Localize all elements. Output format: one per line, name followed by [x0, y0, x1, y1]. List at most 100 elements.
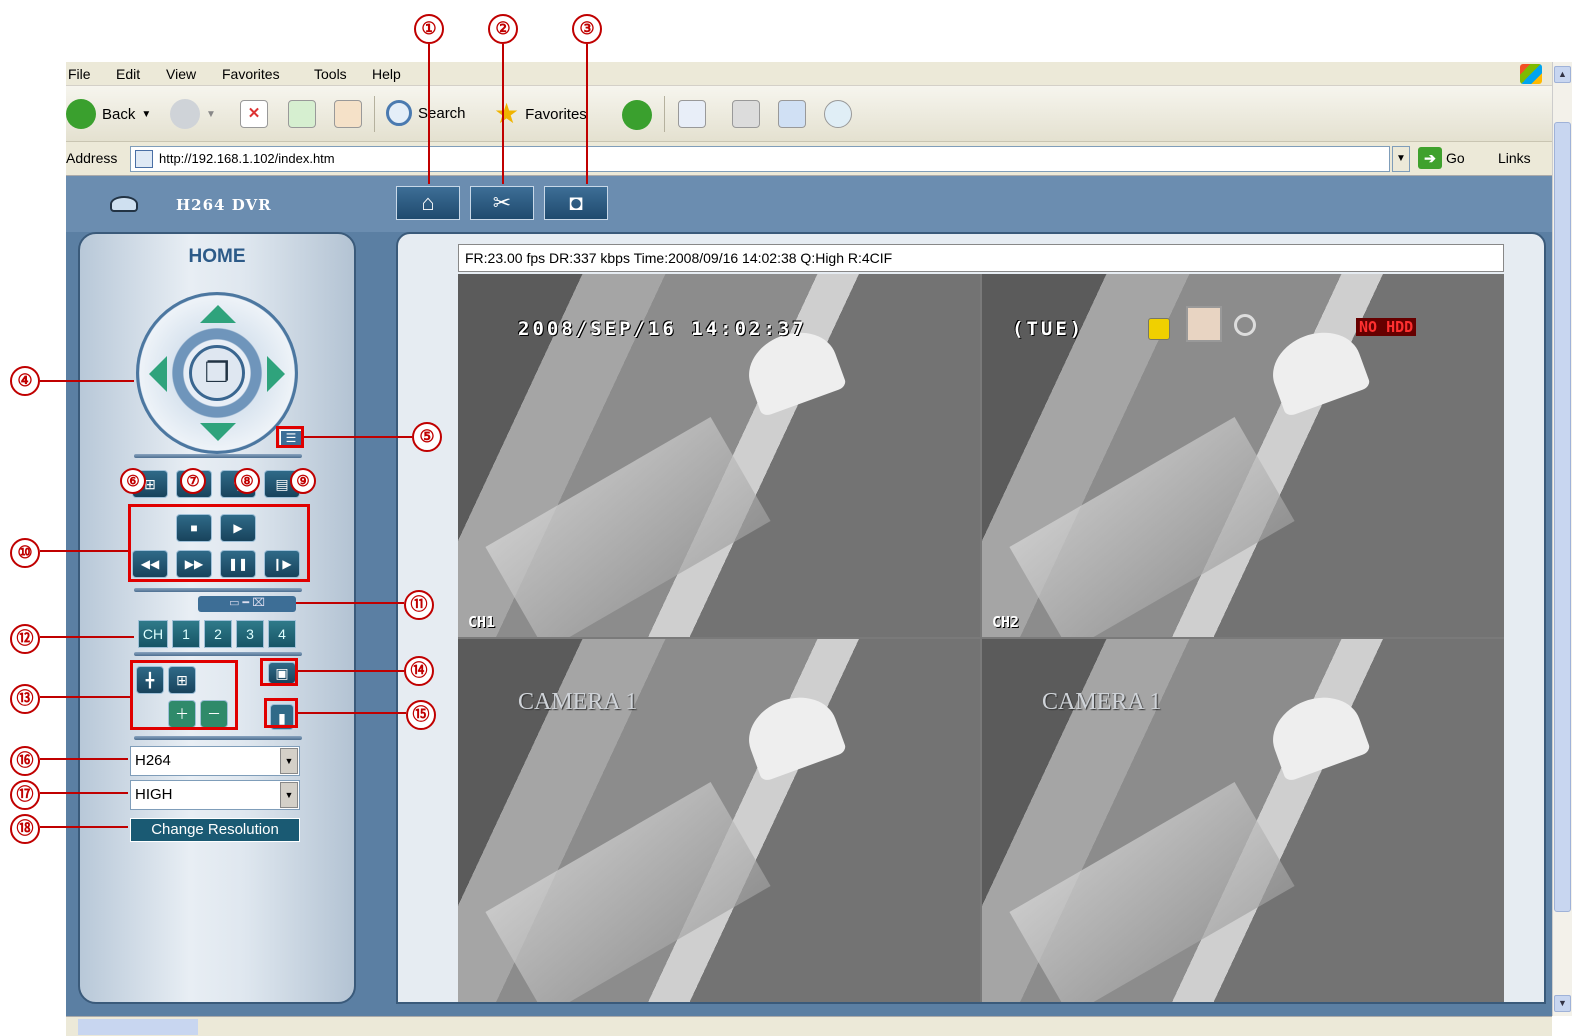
menu-edit[interactable]: Edit	[116, 66, 140, 82]
snapshot-strip[interactable]: ▭ ━ ⌧	[198, 596, 296, 612]
callout-5: ⑤	[412, 422, 442, 452]
tools-icon: ✂	[492, 190, 512, 215]
video-quad-1[interactable]: 2008/SEP/16 14:02:37 CH1	[458, 274, 980, 637]
callout-14: ⑭	[404, 656, 434, 686]
nav-setup-button[interactable]: ✂	[470, 186, 534, 220]
address-bar: Address http://192.168.1.102/index.htm ▼…	[66, 142, 1552, 176]
callout-line	[40, 380, 134, 382]
control-panel: HOME ❐ ☰ ⊞ ◷ ⚲ ▤ ■ ▶ ◀◀ ▶▶ ❚❚ ❙▶ ▭ ━ ⌧ C…	[78, 232, 356, 1004]
mail-icon[interactable]	[678, 100, 706, 128]
search-label: Search	[418, 104, 466, 122]
video-quad-3[interactable]: CAMERA 1	[458, 639, 980, 1002]
video-viewer: FR:23.00 fps DR:337 kbps Time:2008/09/16…	[396, 232, 1546, 1004]
forward-dropdown-icon[interactable]: ▼	[206, 109, 216, 120]
dvr-logo-icon	[110, 196, 138, 212]
scroll-down-icon[interactable]: ▼	[1554, 995, 1571, 1012]
address-value: http://192.168.1.102/index.htm	[159, 151, 335, 166]
chevron-down-icon[interactable]: ▼	[280, 782, 298, 808]
menu-favorites[interactable]: Favorites	[222, 66, 280, 82]
status-progress	[78, 1019, 198, 1035]
callout-1: ①	[414, 14, 444, 44]
change-resolution-button[interactable]: Change Resolution	[130, 818, 300, 842]
scroll-up-icon[interactable]: ▲	[1554, 66, 1571, 83]
snapshot-icon: ▭ ━ ⌧	[229, 597, 265, 609]
links-button[interactable]: Links	[1498, 150, 1531, 166]
scroll-thumb[interactable]	[1554, 122, 1571, 912]
favorites-button[interactable]: ★ Favorites	[494, 100, 587, 128]
camera-label: CAMERA 1	[518, 689, 638, 715]
home-icon[interactable]	[334, 100, 362, 128]
list-icon: ▤	[275, 476, 289, 492]
channel-2-button[interactable]: 2	[204, 620, 232, 648]
highlight-box	[260, 658, 298, 686]
callout-9: ⑨	[290, 468, 316, 494]
browser-toolbar: Back ▼ ▼ ✕ Search ★ Favorites	[66, 86, 1552, 142]
browser-status-bar	[66, 1016, 1552, 1036]
nav-home-button[interactable]: ⌂	[396, 186, 460, 220]
callout-line	[298, 670, 404, 672]
edit-icon[interactable]	[778, 100, 806, 128]
go-button[interactable]: ➔ Go	[1418, 147, 1465, 169]
back-label: Back	[102, 105, 136, 123]
divider	[134, 588, 302, 592]
video-quad-4[interactable]: CAMERA 1	[982, 639, 1504, 1002]
lock-icon	[1148, 318, 1170, 340]
channel-label-button[interactable]: CH	[138, 620, 168, 648]
callout-line	[40, 758, 128, 760]
quality-value: HIGH	[135, 786, 173, 803]
arrow-left-icon[interactable]	[149, 356, 167, 392]
forward-arrow-icon	[170, 99, 200, 129]
codec-value: H264	[135, 752, 171, 769]
address-dropdown-icon[interactable]: ▼	[1392, 146, 1410, 172]
callout-line	[502, 44, 504, 184]
callout-line	[304, 436, 412, 438]
callout-line	[40, 636, 134, 638]
panel-title: HOME	[188, 246, 246, 267]
address-input[interactable]: http://192.168.1.102/index.htm	[130, 146, 1390, 172]
print-icon[interactable]	[732, 100, 760, 128]
nav-camera-button[interactable]: ◘	[544, 186, 608, 220]
messenger-icon[interactable]	[824, 100, 852, 128]
stop-icon[interactable]: ✕	[240, 100, 268, 128]
channel-label: CH1	[468, 613, 496, 631]
camera-icon: ◘	[569, 190, 583, 215]
media-icon[interactable]	[622, 100, 652, 130]
menu-help[interactable]: Help	[372, 66, 401, 82]
back-dropdown-icon[interactable]: ▼	[141, 109, 151, 120]
menu-view[interactable]: View	[166, 66, 196, 82]
callout-line	[40, 550, 128, 552]
callout-2: ②	[488, 14, 518, 44]
video-content	[738, 685, 848, 783]
dvr-header: H264 DVR ⌂ ✂ ◘	[66, 176, 1552, 232]
page-scrollbar[interactable]: ▲ ▼	[1552, 62, 1572, 1016]
dvr-title: H264 DVR	[176, 196, 272, 214]
codec-select[interactable]: H264 ▼	[130, 746, 300, 776]
callout-18: ⑱	[10, 814, 40, 844]
highlight-box	[276, 426, 304, 448]
menu-bar: File Edit View Favorites Tools Help	[66, 62, 1552, 86]
callout-16: ⑯	[10, 746, 40, 776]
quality-select[interactable]: HIGH ▼	[130, 780, 300, 810]
arrow-right-icon[interactable]	[267, 356, 285, 392]
channel-3-button[interactable]: 3	[236, 620, 264, 648]
channel-4-button[interactable]: 4	[268, 620, 296, 648]
video-content	[485, 417, 771, 637]
chevron-down-icon[interactable]: ▼	[280, 748, 298, 774]
menu-tools[interactable]: Tools	[314, 66, 347, 82]
dvr-body: HOME ❐ ☰ ⊞ ◷ ⚲ ▤ ■ ▶ ◀◀ ▶▶ ❚❚ ❙▶ ▭ ━ ⌧ C…	[66, 232, 1552, 1016]
callout-3: ③	[572, 14, 602, 44]
refresh-icon[interactable]	[288, 100, 316, 128]
page-icon	[135, 150, 153, 168]
video-quad-2[interactable]: (TUE) NO HDD CH2	[982, 274, 1504, 637]
arrow-up-icon[interactable]	[200, 305, 236, 323]
arrow-down-icon[interactable]	[200, 423, 236, 441]
callout-7: ⑦	[180, 468, 206, 494]
menu-file[interactable]: File	[68, 66, 91, 82]
back-button[interactable]: Back ▼	[66, 99, 151, 129]
forward-button[interactable]: ▼	[170, 99, 216, 129]
channel-1-button[interactable]: 1	[172, 620, 200, 648]
search-button[interactable]: Search	[386, 100, 466, 126]
video-grid[interactable]: 2008/SEP/16 14:02:37 CH1 (TUE) NO HDD CH…	[458, 274, 1504, 1002]
divider	[134, 652, 302, 656]
enter-button[interactable]: ❐	[189, 345, 245, 401]
